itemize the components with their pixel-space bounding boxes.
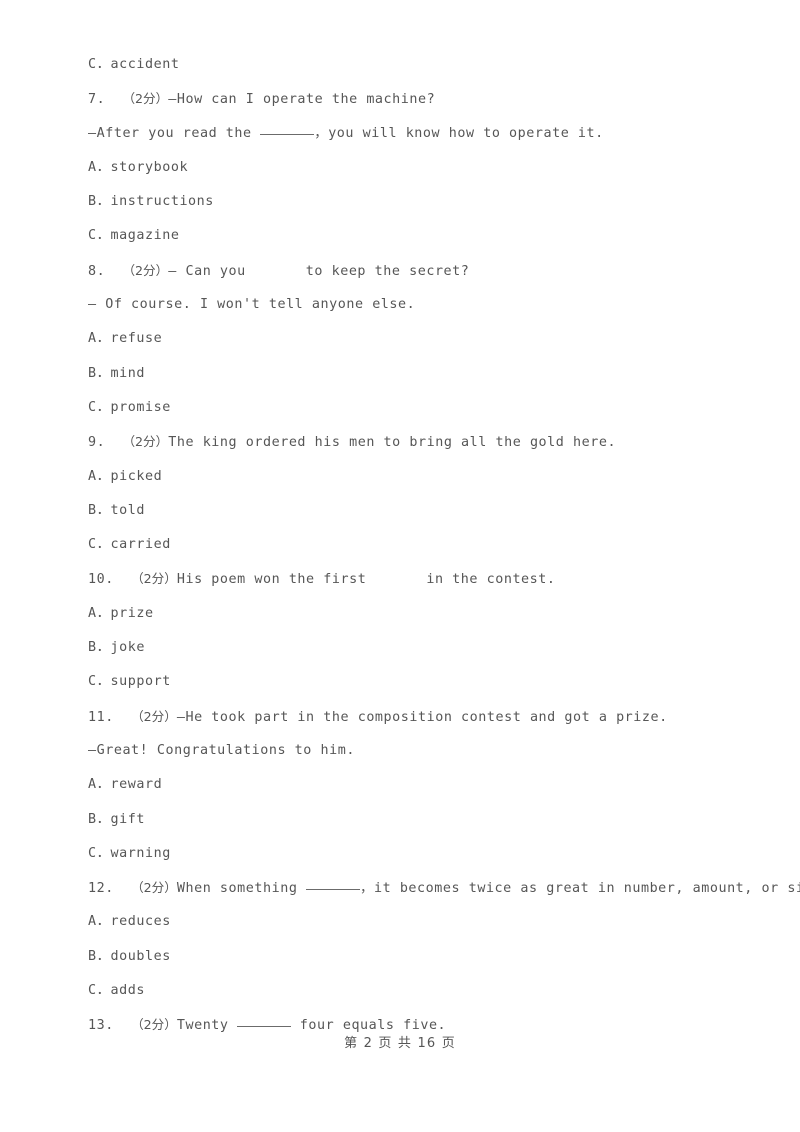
question-number: 11. — [88, 709, 132, 725]
answer-option-label: C．carried — [88, 537, 171, 553]
answer-option: C．promise — [88, 391, 736, 425]
question-stem: 10. （2分）His poem won the first in the con… — [88, 562, 736, 596]
answer-option: A．picked — [88, 460, 736, 494]
answer-option-label: B．mind — [88, 365, 145, 381]
answer-option: C．adds — [88, 974, 736, 1008]
question-stem: 9. （2分）The king ordered his men to bring… — [88, 425, 736, 459]
question-continuation: — Of course. I won't tell anyone else. — [88, 288, 736, 322]
answer-option-label: C．promise — [88, 399, 171, 415]
question-score-marker: （2分） — [122, 262, 169, 278]
answer-option: A．refuse — [88, 322, 736, 356]
answer-option-label: A．reduces — [88, 914, 171, 930]
answer-option-label: B．gift — [88, 811, 145, 827]
answer-option-label: A．prize — [88, 605, 154, 621]
question-continuation: —After you read the ，you will know how t… — [88, 117, 736, 151]
answer-option-label: A．reward — [88, 777, 163, 793]
answer-option: C．carried — [88, 528, 736, 562]
question-score-marker: （2分） — [131, 708, 177, 724]
answer-option: B．joke — [88, 631, 736, 665]
question-text: The king ordered his men to bring all th… — [168, 435, 617, 451]
question-score-marker: （2分） — [131, 571, 177, 587]
answer-option: B．told — [88, 494, 736, 528]
question-stem: 11. （2分）—He took part in the composition… — [88, 700, 736, 734]
answer-option: B．instructions — [88, 185, 736, 219]
document-page: C．accident 7. （2分）—How can I operate the … — [0, 0, 800, 1132]
answer-option-label: C．warning — [88, 845, 171, 861]
answer-option: A．reward — [88, 768, 736, 802]
answer-option-label: A．refuse — [88, 331, 163, 347]
question-number: 7. — [88, 92, 123, 108]
question-text: —He took part in the composition contest… — [176, 709, 668, 725]
answer-option: A．storybook — [88, 151, 736, 185]
question-list: C．accident 7. （2分）—How can I operate the … — [88, 48, 800, 1043]
answer-blank-underline[interactable] — [260, 122, 315, 135]
answer-option-label: C．accident — [88, 57, 180, 72]
answer-option-label: C．adds — [88, 983, 145, 999]
question-text: —How can I operate the machine? — [168, 92, 436, 108]
question-continuation: —Great! Congratulations to him. — [88, 734, 736, 768]
question-stem: 12. （2分）When something ，it becomes twice… — [88, 871, 800, 905]
question-text-before-blank: His poem won the first — [176, 572, 367, 588]
answer-blank-underline[interactable] — [237, 1015, 292, 1028]
answer-option-label: B．instructions — [88, 194, 214, 210]
answer-option: C．support — [88, 665, 736, 699]
answer-option-label: B．told — [88, 502, 145, 518]
question-text-after-blank: in the contest. — [426, 572, 556, 588]
question-number: 9. — [88, 435, 123, 451]
question-number: 12. — [88, 881, 132, 897]
question-number: 10. — [88, 572, 132, 588]
answer-option: C．magazine — [88, 219, 736, 253]
question-text-before-blank: — Can you — [168, 263, 246, 279]
question-text-after-blank: ，it becomes twice as great in number, am… — [360, 881, 800, 897]
answer-option-label: B．joke — [88, 640, 145, 656]
answer-option-label: B．doubles — [88, 948, 171, 964]
question-score-marker: （2分） — [131, 880, 177, 896]
question-text-before-blank: —Great! Congratulations to him. — [88, 742, 355, 758]
answer-option: C．accident — [88, 48, 736, 82]
question-stem: 7. （2分）—How can I operate the machine? — [88, 82, 736, 116]
question-text-after-blank: ，you will know how to operate it. — [314, 125, 604, 141]
answer-option: C．warning — [88, 837, 736, 871]
question-text-after-blank: to keep the secret? — [305, 263, 470, 279]
question-number: 8. — [88, 263, 123, 279]
answer-option-label: C．magazine — [88, 228, 180, 244]
question-score-marker: （2分） — [122, 434, 169, 450]
answer-option-label: C．support — [88, 674, 171, 690]
question-stem: 8. （2分）— Can you to keep the secret? — [88, 254, 736, 288]
answer-option: A．prize — [88, 597, 736, 631]
page-footer: 第 2 页 共 16 页 — [344, 1036, 456, 1051]
question-text-before-blank: When something — [176, 881, 307, 897]
answer-option: B．gift — [88, 803, 736, 837]
answer-blank-underline[interactable] — [306, 878, 361, 891]
question-text-before-blank: —After you read the — [88, 125, 261, 141]
question-score-marker: （2分） — [131, 1017, 177, 1033]
answer-option-label: A．storybook — [88, 159, 189, 175]
question-text-before-blank: — Of course. I won't tell anyone else. — [88, 297, 416, 313]
answer-option-label: A．picked — [88, 468, 163, 484]
answer-option: A．reduces — [88, 905, 736, 939]
answer-option: B．mind — [88, 357, 736, 391]
question-score-marker: （2分） — [122, 91, 169, 107]
answer-option: B．doubles — [88, 940, 736, 974]
